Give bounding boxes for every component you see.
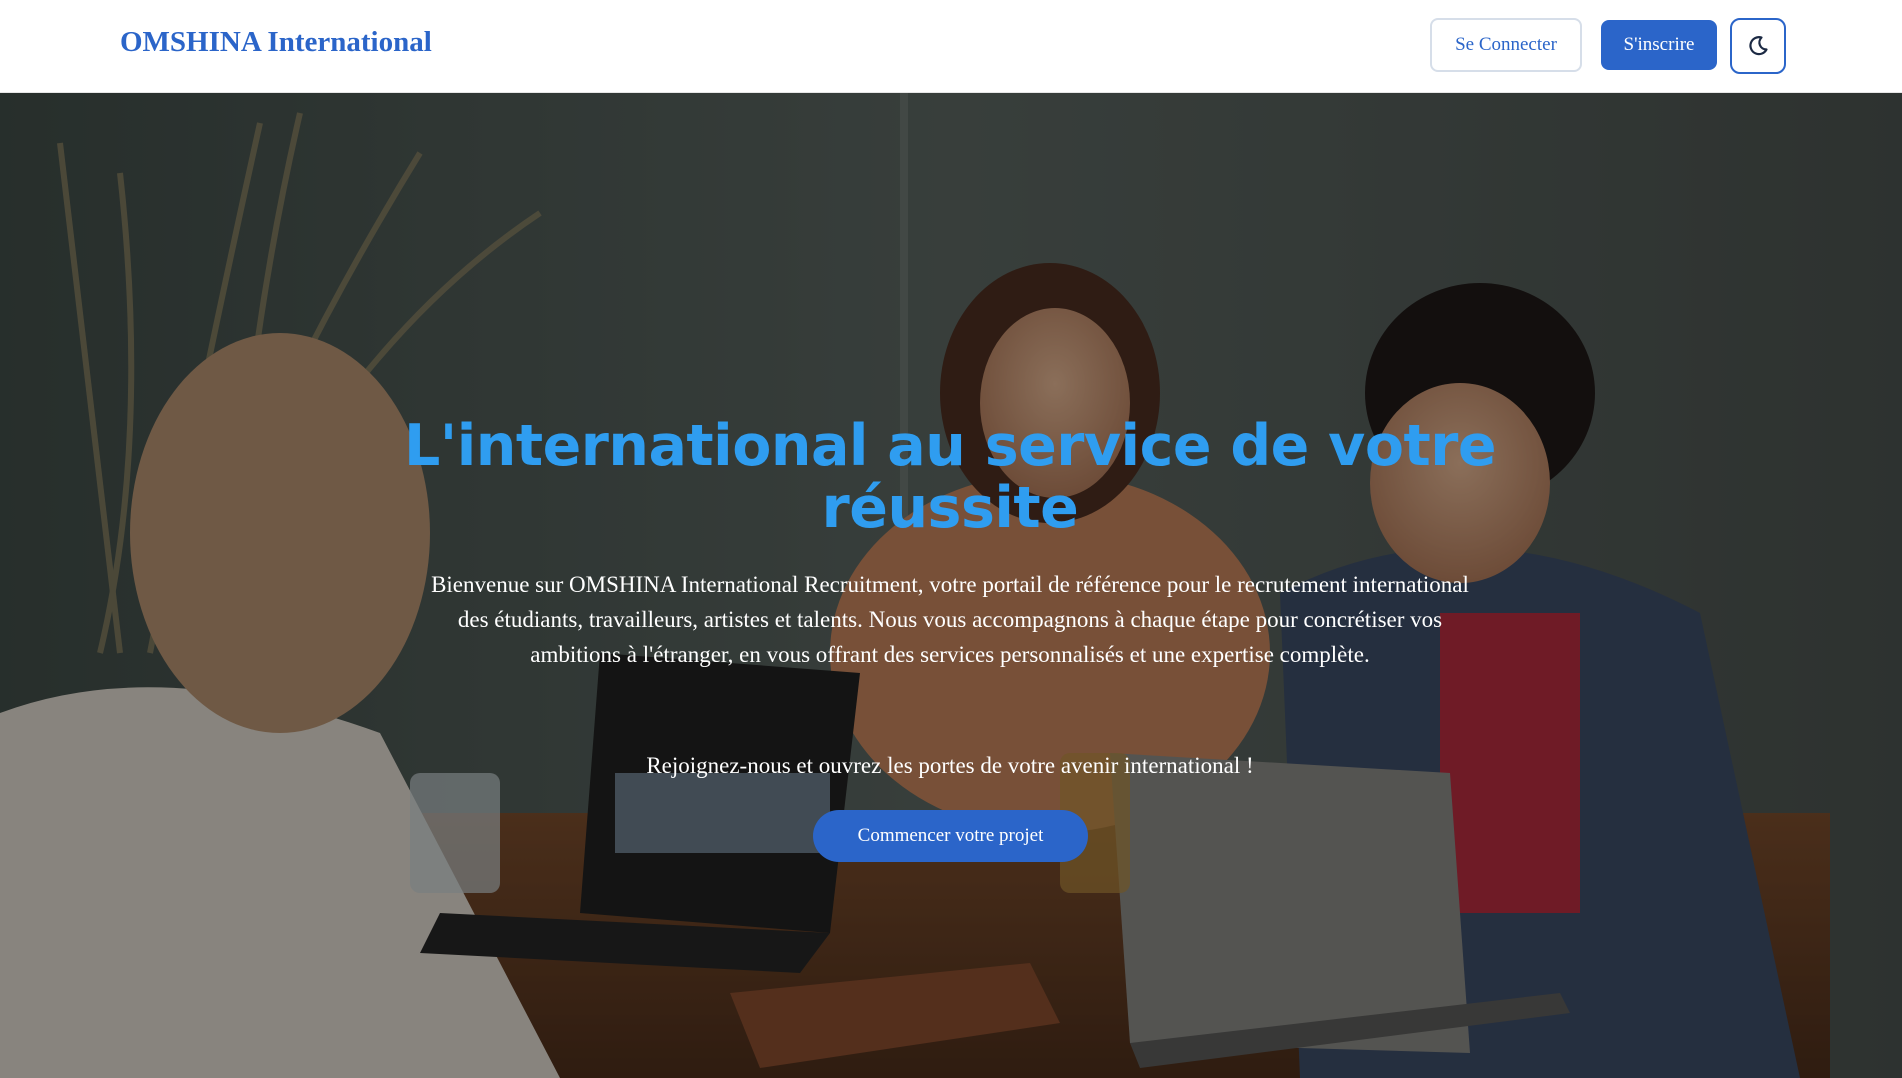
- moon-icon: [1749, 36, 1768, 56]
- brand-logo[interactable]: OMSHINA International: [120, 26, 432, 59]
- login-button[interactable]: Se Connecter: [1430, 18, 1582, 72]
- top-navbar: OMSHINA International Se Connecter S'ins…: [0, 0, 1902, 93]
- theme-toggle-button[interactable]: [1730, 18, 1786, 74]
- hero-section: L'international au service de votre réus…: [0, 93, 1902, 1078]
- hero-join-text: Rejoignez-nous et ouvrez les portes de v…: [646, 753, 1254, 778]
- signup-button[interactable]: S'inscrire: [1601, 20, 1717, 70]
- start-project-button[interactable]: Commencer votre projet: [813, 810, 1088, 862]
- hero-title: L'international au service de votre réus…: [403, 413, 1497, 541]
- hero-description: Bienvenue sur OMSHINA International Recr…: [431, 572, 1469, 667]
